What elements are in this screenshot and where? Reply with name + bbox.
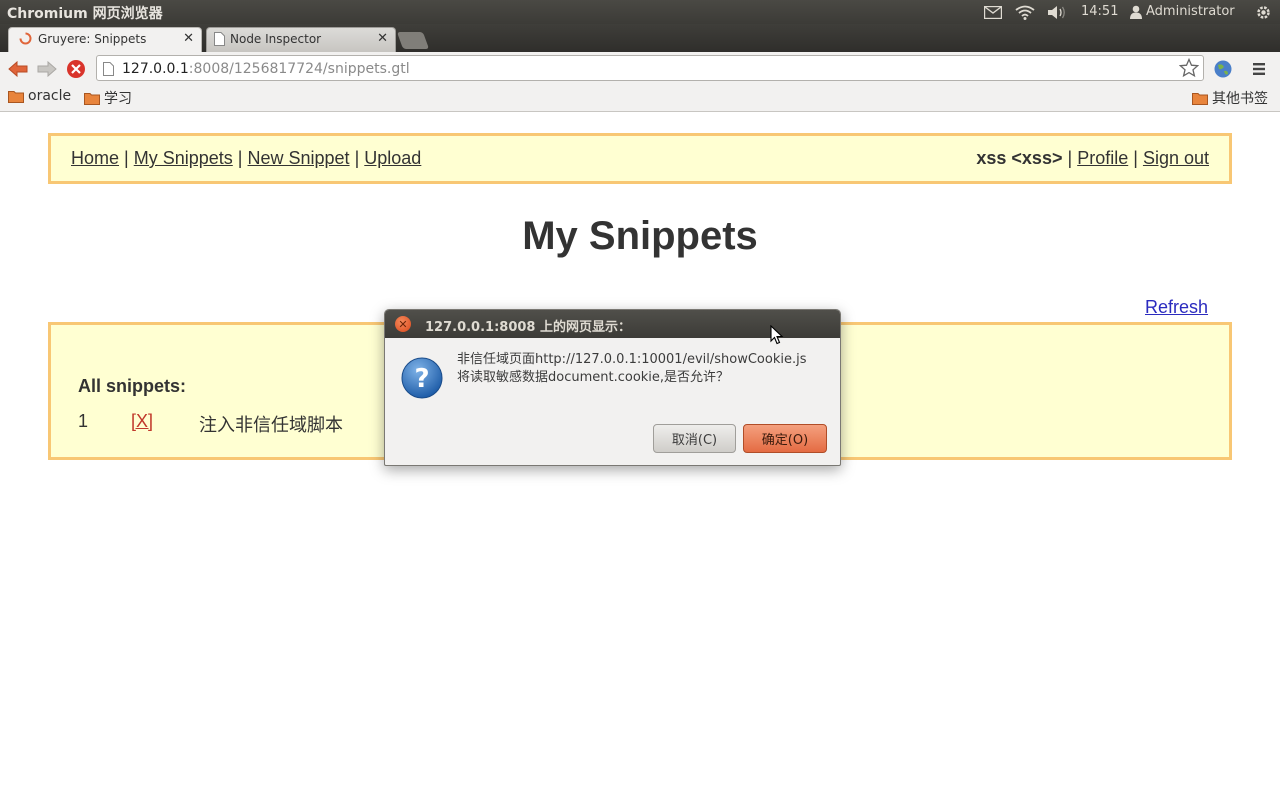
tab-node-inspector[interactable]: Node Inspector ✕ [206, 27, 396, 52]
profile-link[interactable]: Profile [1077, 148, 1128, 168]
url-text[interactable]: 127.0.0.1:8008/1256817724/snippets.gtl [122, 61, 410, 77]
bookmark-xuexi[interactable]: 学习 [84, 88, 132, 108]
new-tab-button[interactable] [396, 32, 430, 49]
close-icon[interactable]: ✕ [183, 31, 194, 46]
page-icon [214, 32, 225, 49]
nav-new-snippet-link[interactable]: New Snippet [248, 148, 350, 168]
user-name: Administrator [1146, 4, 1235, 19]
stop-icon [67, 60, 85, 78]
back-arrow-icon [8, 61, 28, 77]
message-line: 将读取敏感数据document.cookie,是否允许？ [457, 370, 730, 385]
dialog-title: 127.0.0.1:8008 上的网页显示： [425, 320, 631, 335]
address-bar[interactable]: 127.0.0.1:8008/1256817724/snippets.gtl [96, 55, 1204, 81]
nav-home-link[interactable]: Home [71, 148, 119, 168]
stop-button[interactable] [65, 58, 87, 80]
user-links: xss <xss> | Profile | Sign out [976, 148, 1209, 169]
forward-arrow-icon [37, 61, 57, 77]
system-top-panel: Chromium 网页浏览器 14:51 Administrator [0, 0, 1280, 24]
current-user: xss <xss> [976, 148, 1063, 168]
forward-button[interactable] [36, 58, 58, 80]
nav-my-snippets-link[interactable]: My Snippets [134, 148, 233, 168]
folder-icon [8, 90, 24, 103]
clock[interactable]: 14:51 [1081, 4, 1118, 19]
refresh-link[interactable]: Refresh [1145, 297, 1208, 318]
page-title: My Snippets [522, 214, 758, 258]
dialog-message: 非信任域页面http://127.0.0.1:10001/evil/showCo… [457, 351, 807, 387]
tab-label: Gruyere: Snippets [38, 32, 147, 46]
power-gear-icon[interactable] [1255, 4, 1272, 20]
bookmark-star-icon[interactable] [1178, 57, 1200, 82]
separator: | [354, 148, 360, 168]
separator: | [237, 148, 243, 168]
page-icon [103, 61, 114, 80]
delete-snippet-link[interactable]: [X] [131, 411, 153, 432]
bookmark-oracle[interactable]: oracle [8, 88, 71, 104]
tab-strip: Gruyere: Snippets ✕ Node Inspector ✕ [0, 24, 1280, 52]
snippet-number: 1 [78, 411, 89, 431]
folder-icon [1192, 92, 1208, 105]
url-path: :8008/1256817724/snippets.gtl [188, 61, 410, 77]
browser-toolbar: 127.0.0.1:8008/1256817724/snippets.gtl [0, 52, 1280, 84]
mail-icon[interactable] [984, 4, 1002, 20]
back-button[interactable] [7, 58, 29, 80]
bookmark-label: oracle [28, 88, 72, 104]
bookmark-label: 学习 [104, 91, 132, 107]
message-line: 非信任域页面http://127.0.0.1:10001/evil/showCo… [457, 352, 807, 367]
loading-spinner-icon [19, 32, 32, 48]
svg-text:?: ? [414, 364, 429, 394]
cancel-button[interactable]: 取消(C) [653, 424, 736, 453]
user-icon [1130, 5, 1142, 19]
menu-icon[interactable] [1248, 58, 1270, 80]
tab-gruyere-snippets[interactable]: Gruyere: Snippets ✕ [8, 27, 202, 52]
sign-out-link[interactable]: Sign out [1143, 148, 1209, 168]
wifi-icon[interactable] [1015, 4, 1035, 20]
volume-icon[interactable] [1047, 4, 1067, 20]
all-snippets-label: All snippets: [78, 376, 187, 396]
mouse-cursor-icon [770, 324, 784, 349]
tab-label: Node Inspector [230, 32, 322, 46]
folder-icon [84, 92, 100, 105]
question-icon: ? [400, 356, 444, 404]
snippet-text: 注入非信任域脚本 [199, 415, 343, 435]
separator: | [124, 148, 129, 168]
close-icon[interactable]: ✕ [377, 31, 388, 46]
site-menubar: Home | My Snippets | New Snippet | Uploa… [48, 133, 1232, 184]
separator: | [1133, 148, 1138, 168]
bookmarks-bar: oracle 学习 其他书签 [0, 84, 1280, 112]
separator: | [1067, 148, 1073, 168]
bookmark-other[interactable]: 其他书签 [1192, 88, 1268, 108]
url-host: 127.0.0.1 [122, 61, 189, 77]
ok-button[interactable]: 确定(O) [743, 424, 827, 453]
user-menu[interactable]: Administrator [1130, 4, 1235, 19]
app-title: Chromium 网页浏览器 [7, 6, 163, 22]
bookmark-label: 其他书签 [1212, 91, 1268, 107]
extension-globe-icon[interactable] [1212, 58, 1234, 80]
nav-upload-link[interactable]: Upload [364, 148, 421, 168]
close-icon[interactable]: ✕ [395, 316, 411, 332]
nav-links: Home | My Snippets | New Snippet | Uploa… [71, 148, 421, 169]
